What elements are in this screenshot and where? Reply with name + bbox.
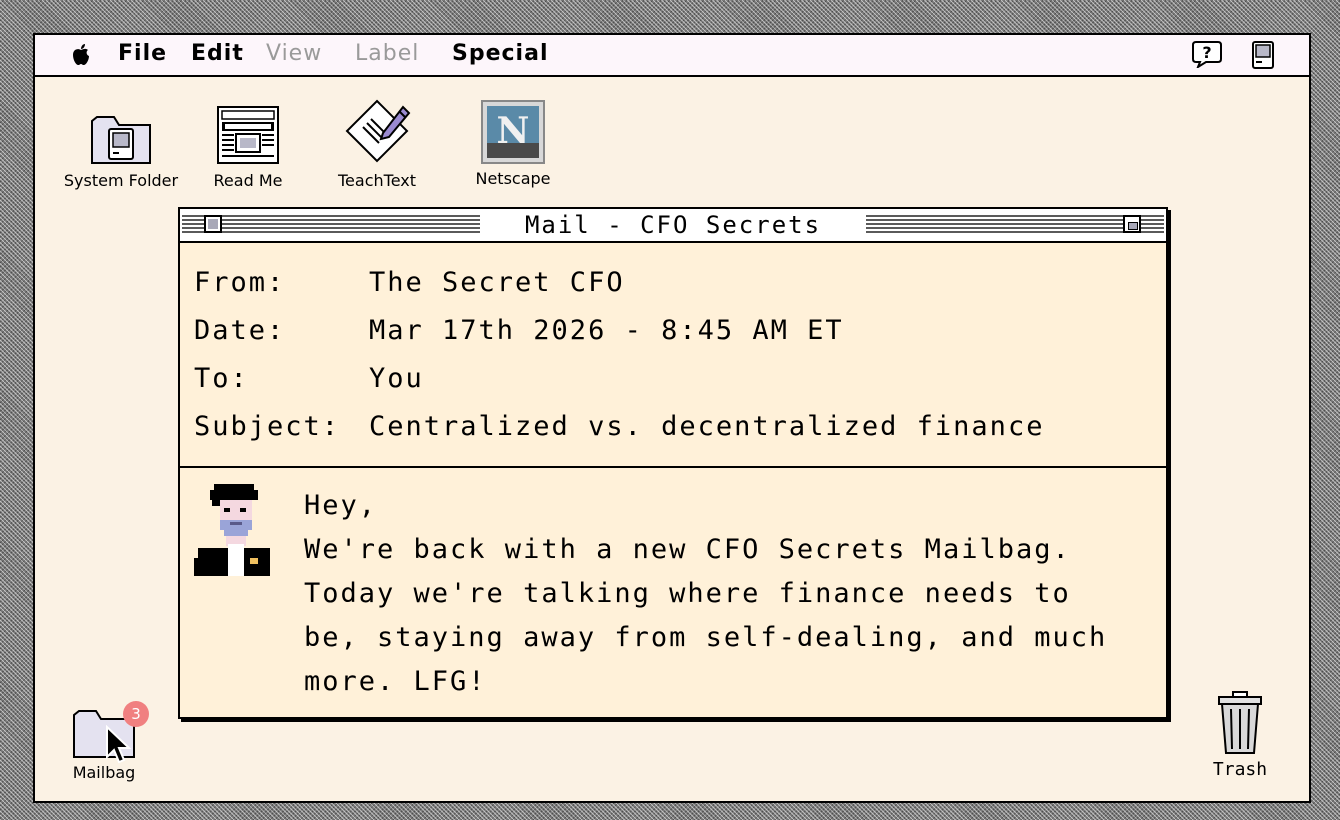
header-subject: Subject: Centralized vs. decentralized fi… xyxy=(194,411,1044,442)
sender-avatar xyxy=(194,484,270,576)
header-to: To: You xyxy=(194,363,424,394)
finder-mac-icon[interactable] xyxy=(1251,41,1275,69)
to-key: To: xyxy=(194,363,249,394)
menu-view[interactable]: View xyxy=(266,41,322,66)
to-value: You xyxy=(369,363,424,394)
netscape-icon: N xyxy=(481,100,545,164)
mailbag-label: Mailbag xyxy=(72,763,136,782)
body-line: more. LFG! xyxy=(304,666,487,697)
menu-bar: File Edit View Label Special ? xyxy=(35,35,1309,77)
body-line: Hey, xyxy=(304,490,378,521)
body-line: Today we're talking where finance needs … xyxy=(304,578,1071,609)
title-stripes-right xyxy=(866,215,1164,235)
menu-special[interactable]: Special xyxy=(452,41,548,66)
system-folder[interactable]: System Folder xyxy=(51,111,191,190)
header-date: Date: Mar 17th 2026 - 8:45 AM ET xyxy=(194,315,844,346)
trash-icon xyxy=(1218,691,1262,754)
netscape-label: Netscape xyxy=(475,169,551,188)
read-me-label: Read Me xyxy=(213,171,283,190)
netscape[interactable]: N Netscape xyxy=(453,99,573,188)
apple-menu-icon[interactable] xyxy=(71,44,91,66)
menu-label[interactable]: Label xyxy=(355,41,419,66)
header-from: From: The Secret CFO xyxy=(194,267,625,298)
subject-value: Centralized vs. decentralized finance xyxy=(369,411,1045,442)
from-key: From: xyxy=(194,267,286,298)
menu-file[interactable]: File xyxy=(118,41,167,66)
title-stripes-left xyxy=(182,215,480,235)
header-divider xyxy=(180,466,1166,468)
date-key: Date: xyxy=(194,315,286,346)
body-line: be, staying away from self-dealing, and … xyxy=(304,622,1108,653)
window-close-box[interactable] xyxy=(204,215,222,233)
subject-key: Subject: xyxy=(194,411,341,442)
desktop-screen: File Edit View Label Special ? System Fo… xyxy=(33,33,1311,803)
window-zoom-box[interactable] xyxy=(1123,215,1141,233)
svg-text:?: ? xyxy=(1202,43,1211,62)
from-value: The Secret CFO xyxy=(369,267,625,298)
date-value: Mar 17th 2026 - 8:45 AM ET xyxy=(369,315,844,346)
window-title: Mail - CFO Secrets xyxy=(496,210,850,240)
window-title-bar[interactable]: Mail - CFO Secrets xyxy=(180,209,1166,243)
teachtext[interactable]: TeachText xyxy=(327,97,427,190)
trash[interactable]: Trash xyxy=(1195,691,1285,780)
teachtext-label: TeachText xyxy=(338,171,416,190)
teachtext-icon xyxy=(345,99,411,163)
system-folder-icon xyxy=(91,116,151,164)
menu-edit[interactable]: Edit xyxy=(191,41,244,66)
body-line: We're back with a new CFO Secrets Mailba… xyxy=(304,534,1071,565)
mailbag-badge: 3 xyxy=(123,701,149,727)
read-me[interactable]: Read Me xyxy=(203,105,293,190)
help-balloon-icon[interactable]: ? xyxy=(1192,40,1222,68)
trash-label: Trash xyxy=(1212,759,1268,780)
arrow-cursor-icon xyxy=(106,725,132,764)
mail-window: Mail - CFO Secrets From: The Secret CFO D… xyxy=(178,207,1168,719)
system-folder-label: System Folder xyxy=(63,171,179,190)
message-body: Hey, We're back with a new CFO Secrets M… xyxy=(304,484,1156,704)
newspaper-icon xyxy=(217,106,279,164)
svg-text:N: N xyxy=(497,110,530,152)
